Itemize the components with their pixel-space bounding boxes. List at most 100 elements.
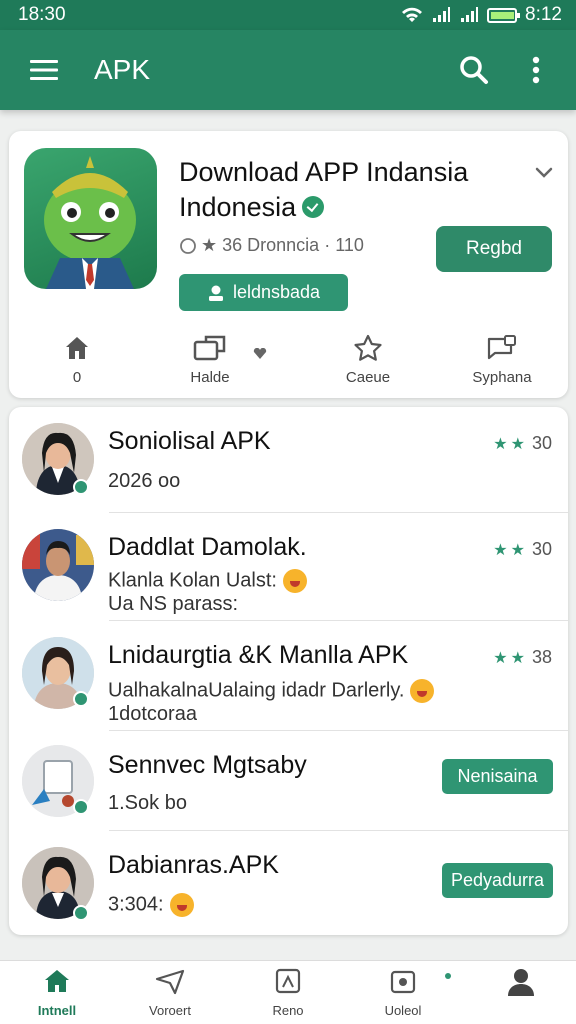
action-more[interactable]	[245, 347, 275, 365]
app-title-heading: Download APP Indansia Indonesia	[179, 155, 519, 225]
status-bar: 18:30 8:12	[0, 0, 576, 30]
search-button[interactable]	[454, 50, 494, 90]
list-item-subtitle: Klanla Kolan Ualst:	[108, 569, 277, 592]
nav-download[interactable]: Uoleol	[358, 967, 448, 1018]
battery-icon	[487, 7, 521, 23]
list-item[interactable]: Dabianras.APK 3:304: Pedyadurra	[9, 831, 568, 935]
nav-home-label: Intnell	[37, 1003, 77, 1018]
action-feedback[interactable]: Syphana	[457, 333, 547, 386]
list-item-subtitle: 3:304:	[108, 893, 164, 916]
list-item[interactable]: Lnidaurgtia &K Manlla APK UalhakalnaUala…	[9, 621, 568, 731]
status-time: 18:30	[18, 4, 66, 25]
list-item-rating-value: 38	[531, 647, 552, 667]
star-icon: ★	[493, 649, 508, 667]
user-icon	[208, 285, 223, 301]
clock-icon	[180, 237, 196, 254]
action-home-label: 0	[72, 369, 82, 386]
list-item-rating: ★ ★ 30	[493, 539, 552, 560]
send-icon	[155, 969, 185, 995]
nav-home[interactable]: Intnell	[12, 967, 102, 1018]
signal-icon	[433, 7, 451, 22]
app-bar: APK	[0, 30, 576, 110]
list-item-subtitle-row: Klanla Kolan Ualst:	[108, 569, 307, 593]
app-title-line1: Download APP Indansia	[179, 157, 469, 187]
list-item[interactable]: Daddlat Damolak. Klanla Kolan Ualst: Ua …	[9, 513, 568, 621]
app-icon[interactable]	[24, 148, 157, 289]
notification-dot	[445, 973, 451, 979]
apps-icon	[275, 968, 301, 994]
list-item-title: Lnidaurgtia &K Manlla APK	[108, 641, 409, 669]
home-icon	[45, 970, 69, 992]
list-item-action-button[interactable]: Nenisaina	[442, 759, 553, 794]
list-item-subtitle-2: 1dotcoraa	[108, 703, 197, 725]
action-row: 0 Halde Caeue Syphana	[9, 333, 568, 393]
nav-apps-label: Reno	[272, 1003, 304, 1018]
nav-send-label: Voroert	[149, 1003, 191, 1018]
list-item-subtitle-2: Ua NS parass:	[108, 593, 239, 615]
bottom-navigation: Intnell Voroert Reno Uoleol	[0, 960, 576, 1024]
nav-apps[interactable]: Reno	[243, 967, 333, 1018]
mascot-icon	[44, 156, 136, 289]
star-icon: ★	[510, 649, 525, 667]
more-options-button[interactable]	[516, 50, 556, 90]
action-feedback-label: Syphana	[472, 369, 532, 386]
heart-icon	[253, 347, 267, 359]
list-item-rating-value: 30	[531, 539, 552, 559]
star-outline-icon	[354, 334, 382, 361]
nav-send[interactable]: Voroert	[125, 967, 215, 1018]
primary-action-button[interactable]: Regbd	[436, 226, 552, 272]
action-share[interactable]: Halde	[165, 333, 255, 386]
wifi-icon	[402, 7, 423, 22]
star-icon: ★	[510, 435, 525, 453]
list-item-title: Dabianras.APK	[108, 851, 279, 879]
avatar-person-icon	[22, 529, 94, 601]
list-item-subtitle: 1.Sok bo	[108, 792, 187, 814]
signal-2-icon	[461, 7, 479, 22]
list-item[interactable]: Sennvec Mgtsaby 1.Sok bo Nenisaina	[9, 731, 568, 831]
list-item-title: Sennvec Mgtsaby	[108, 751, 307, 779]
menu-icon	[30, 60, 58, 80]
list-item-rating: ★ ★ 38	[493, 647, 552, 668]
share-icon	[193, 335, 226, 361]
action-favorite-label: Caeue	[345, 369, 391, 386]
list-item-subtitle: UalhakalnaUalaing idadr Darlerly.	[108, 679, 405, 702]
list-item-rating: ★ ★ 30	[493, 433, 552, 454]
app-title: APK	[94, 54, 151, 85]
list-item-title: Soniolisal APK	[108, 427, 271, 455]
star-icon: ★	[493, 435, 508, 453]
nav-download-label: Uoleol	[384, 1003, 422, 1018]
tag-button[interactable]: leldnsbada	[179, 274, 348, 311]
laugh-emoji-icon	[410, 679, 435, 703]
nav-profile[interactable]	[476, 967, 566, 1005]
profile-icon	[508, 969, 534, 996]
download-icon	[390, 970, 416, 994]
action-home[interactable]: 0	[32, 333, 122, 386]
list-item-action-button[interactable]: Pedyadurra	[442, 863, 553, 898]
featured-app-card: Download APP Indansia Indonesia ★ 36 Dro…	[9, 131, 568, 398]
app-list: Soniolisal APK 2026 oo ★ ★ 30 Daddlat Dam…	[9, 407, 568, 935]
app-title-line2: Indonesia	[179, 192, 297, 222]
list-item-rating-value: 30	[531, 433, 552, 453]
online-status-dot	[73, 479, 89, 495]
action-share-label: Halde	[190, 369, 230, 386]
list-item[interactable]: Soniolisal APK 2026 oo ★ ★ 30	[9, 407, 568, 513]
menu-button[interactable]	[24, 50, 64, 90]
star-icon: ★	[510, 541, 525, 559]
tag-button-label: leldnsbada	[232, 282, 321, 302]
list-item-subtitle-row: 3:304:	[108, 893, 194, 917]
app-meta: ★ 36 Dronncia · 110	[179, 235, 364, 256]
action-favorite[interactable]: Caeue	[323, 333, 413, 386]
app-meta-text: ★ 36 Dronncia · 110	[201, 235, 364, 255]
avatar	[22, 529, 94, 601]
star-icon: ★	[493, 541, 508, 559]
list-item-subtitle: 2026 oo	[108, 470, 181, 492]
chevron-down-icon[interactable]	[533, 161, 555, 183]
online-status-dot	[73, 691, 89, 707]
search-icon	[460, 56, 488, 84]
list-item-title: Daddlat Damolak.	[108, 533, 307, 561]
verified-badge-icon	[302, 195, 325, 218]
list-item-subtitle-row: UalhakalnaUalaing idadr Darlerly.	[108, 679, 435, 703]
online-status-dot	[73, 905, 89, 921]
battery-text: 8:12	[525, 4, 562, 25]
home-icon	[66, 337, 88, 359]
